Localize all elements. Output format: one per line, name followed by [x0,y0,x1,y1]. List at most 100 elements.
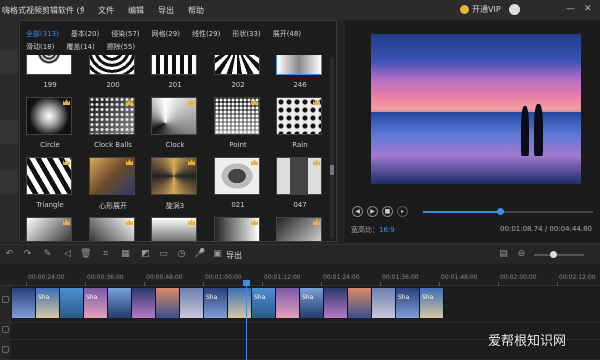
sidebar-slot[interactable] [0,170,18,194]
timeline-clip[interactable] [276,288,300,318]
timeline-clip[interactable] [132,288,156,318]
tab-basic[interactable]: 基本(20) [71,29,99,39]
sidebar-slot[interactable] [0,50,18,74]
tab-wipe[interactable]: 擦除(55) [107,42,135,52]
split-icon[interactable]: ◁ [62,249,73,260]
transition-item[interactable]: Point [214,97,262,149]
clip-label: Sha [398,294,410,301]
timeline-clip[interactable] [108,288,132,318]
edit-icon[interactable]: ✎ [42,249,53,260]
timeline-clip[interactable] [12,288,36,318]
transition-item[interactable]: 202 [214,55,262,89]
play-icon[interactable]: ▶ [367,206,378,217]
menu-help[interactable]: 帮助 [188,5,204,16]
transition-item[interactable] [214,217,262,241]
transition-item[interactable]: 021 [214,157,262,209]
crop-frame-icon[interactable]: ▭ [158,249,169,260]
timeline-clip[interactable]: Sha [300,288,324,318]
zoom-knob[interactable] [550,251,557,258]
freeze-icon[interactable]: ◩ [140,249,151,260]
minimize-icon[interactable]: — [566,4,575,14]
transition-item[interactable] [26,217,74,241]
timeline-clip[interactable]: Sha [252,288,276,318]
crown-icon [126,99,133,105]
transition-thumb [89,55,135,75]
transition-grid: 199 200 201 202 246 Circle Clock Balls C… [20,55,330,241]
menu-export[interactable]: 导出 [158,5,174,16]
timeline-clip[interactable]: Sha [36,288,60,318]
video-track-icon[interactable] [2,296,9,303]
tab-grid[interactable]: 网格(29) [152,29,180,39]
timeline-clip[interactable]: Sha [396,288,420,318]
crop-icon[interactable]: ⌗ [100,249,111,260]
menu-edit[interactable]: 编辑 [128,5,144,16]
scrollbar-thumb[interactable] [330,165,334,175]
transition-item[interactable]: 246 [276,55,324,89]
transition-item[interactable]: 199 [26,55,74,89]
timeline-clip[interactable]: Sha [204,288,228,318]
transition-item[interactable]: Triangle [26,157,74,209]
tab-shape[interactable]: 形状(33) [232,29,260,39]
transition-thumb [26,157,72,195]
user-menu[interactable] [509,4,523,15]
timeline-clip[interactable]: Sha [84,288,108,318]
crown-icon [251,219,258,225]
timeline-clip[interactable] [180,288,204,318]
timeline-clip[interactable] [348,288,372,318]
transition-item[interactable] [89,217,137,241]
transition-item[interactable]: Clock [151,97,199,149]
export-button[interactable]: 导出 [226,250,242,261]
transition-item[interactable]: Clock Balls [89,97,137,149]
tab-cover[interactable]: 覆盖(14) [66,42,94,52]
ruler-tick [262,282,263,286]
transition-item[interactable]: 心形展开 [89,157,137,211]
tab-dissolve[interactable]: 侵染(57) [111,29,139,39]
clock-icon[interactable]: ◷ [176,249,187,260]
timeline-clip[interactable] [372,288,396,318]
clip-label: Sha [86,294,98,301]
stop-icon[interactable]: ■ [382,206,393,217]
transition-item[interactable]: 旋涡3 [151,157,199,211]
export-icon[interactable]: ▣ [212,249,223,260]
microphone-icon[interactable]: 🎤 [194,249,205,260]
tab-expand[interactable]: 展开(48) [273,29,301,39]
zoom-out-icon[interactable]: ⊖ [516,249,527,260]
transition-item[interactable]: Circle [26,97,74,149]
transition-item[interactable] [151,217,199,241]
transition-item[interactable] [276,217,324,241]
transition-item[interactable]: Rain [276,97,324,149]
undo-icon[interactable]: ↶ [4,249,15,260]
aspect-ratio[interactable]: 宽高比：16:9 [351,225,395,235]
timeline-clip[interactable]: Sha [420,288,444,318]
redo-icon[interactable]: ↷ [22,249,33,260]
playhead[interactable] [243,280,250,360]
transition-item[interactable]: 201 [151,55,199,89]
tab-linear[interactable]: 线性(29) [192,29,220,39]
playhead-handle[interactable] [243,280,250,286]
tab-slide[interactable]: 滑动(18) [26,42,54,52]
transition-item[interactable]: 200 [89,55,137,89]
timeline-clip[interactable] [228,288,252,318]
close-icon[interactable]: ✕ [584,4,592,14]
tab-all[interactable]: 全部(313) [26,29,59,39]
aspect-ratio-value[interactable]: 16:9 [379,226,395,234]
fit-icon[interactable]: ▤ [498,249,509,260]
menubar: 嗨格式视频剪辑软件 (免费版) 文件 编辑 导出 帮助 开通VIP — ✕ [0,0,600,20]
next-icon[interactable]: ▸ [397,206,408,217]
transition-item[interactable]: 047 [276,157,324,209]
timeline-clip[interactable] [324,288,348,318]
mosaic-icon[interactable]: ▦ [120,249,131,260]
previous-icon[interactable]: ◀ [352,206,363,217]
timeline-ruler[interactable]: 00:00:24:00 00:00:36:00 00:00:48:00 00:01:0… [0,264,600,286]
ruler-tick-label: 00:01:24:00 [323,274,360,281]
sidebar-slot[interactable] [0,120,18,144]
zoom-slider[interactable] [534,251,584,258]
delete-icon[interactable]: 🗑 [80,249,91,260]
timeline-clip[interactable] [60,288,84,318]
playback-progress[interactable] [423,208,593,215]
vip-button[interactable]: 开通VIP [460,4,501,15]
timeline-clip[interactable] [156,288,180,318]
panel-scrollbar[interactable] [330,57,334,239]
progress-knob[interactable] [496,208,504,215]
menu-file[interactable]: 文件 [98,5,114,16]
